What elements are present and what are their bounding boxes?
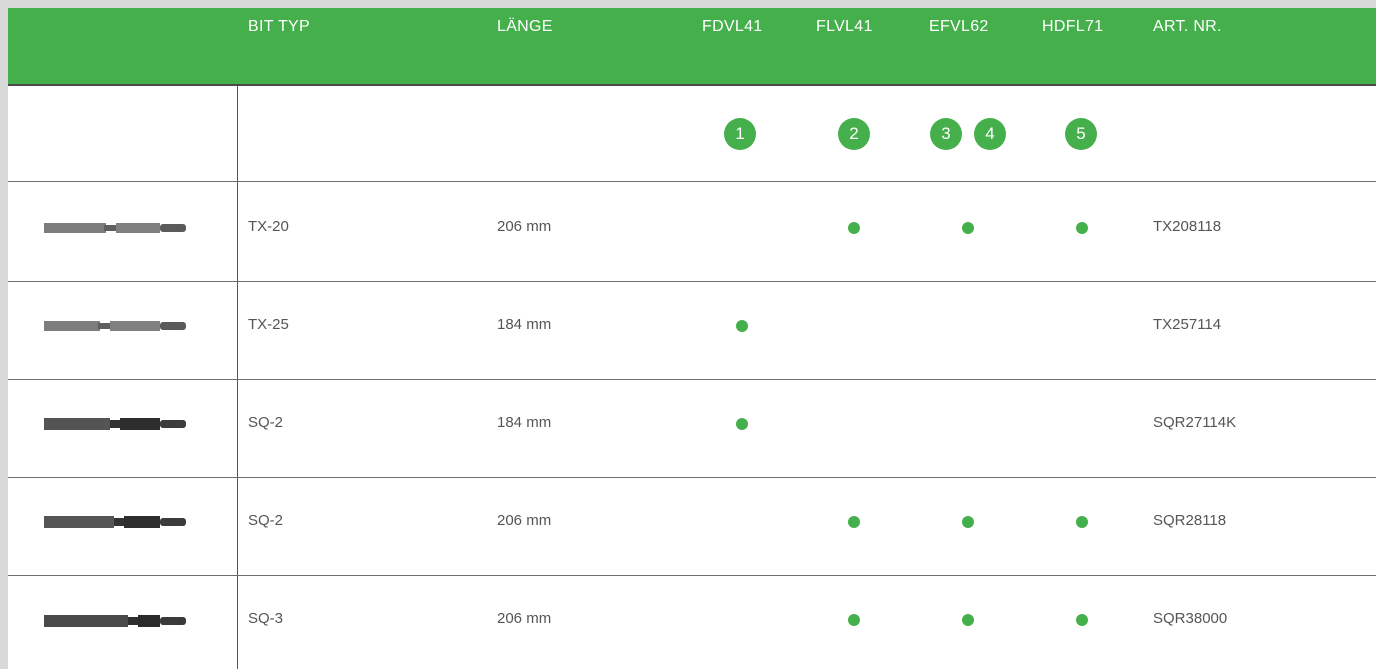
- row5-flvl41-dot: [848, 614, 860, 626]
- row-divider: [8, 281, 1376, 282]
- bit-image-sq: [44, 612, 188, 635]
- bit-image-sq: [44, 513, 188, 536]
- row4-art-nr: SQR28118: [1153, 512, 1227, 529]
- bit-image-tx: [44, 318, 188, 339]
- row-divider: [8, 477, 1376, 478]
- header-efvl62: EFVL62: [929, 18, 989, 35]
- header-art-nr: ART. NR.: [1153, 18, 1222, 35]
- row1-hdfl71-dot: [1076, 222, 1088, 234]
- row3-laenge: 184 mm: [497, 414, 552, 431]
- row2-fdvl41-dot: [736, 320, 748, 332]
- header-laenge: LÄNGE: [497, 18, 553, 35]
- row1-art-nr: TX208118: [1153, 218, 1222, 235]
- row-divider: [8, 379, 1376, 380]
- row2-bit-typ: TX-25: [248, 316, 289, 333]
- row4-efvl62-dot: [962, 516, 974, 528]
- header-bit-typ: BIT TYP: [248, 18, 310, 35]
- row2-laenge: 184 mm: [497, 316, 552, 333]
- row3-bit-typ: SQ-2: [248, 414, 284, 431]
- row1-bit-typ: TX-20: [248, 218, 289, 235]
- row1-flvl41-dot: [848, 222, 860, 234]
- row5-bit-typ: SQ-3: [248, 610, 284, 627]
- row4-flvl41-dot: [848, 516, 860, 528]
- row1-efvl62-dot: [962, 222, 974, 234]
- row3-art-nr: SQR27114K: [1153, 414, 1237, 431]
- row4-hdfl71-dot: [1076, 516, 1088, 528]
- header-flvl41: FLVL41: [816, 18, 873, 35]
- number-badge-1: 1: [724, 118, 756, 150]
- row4-laenge: 206 mm: [497, 512, 552, 529]
- row5-efvl62-dot: [962, 614, 974, 626]
- number-badge-5: 5: [1065, 118, 1097, 150]
- table-header: BIT TYP LÄNGE FDVL41 FLVL41 EFVL62 HDFL7…: [8, 8, 1376, 86]
- row2-art-nr: TX257114: [1153, 316, 1222, 333]
- bit-table: BIT TYP LÄNGE FDVL41 FLVL41 EFVL62 HDFL7…: [8, 8, 1376, 669]
- header-hdfl71: HDFL71: [1042, 18, 1104, 35]
- number-badge-2: 2: [838, 118, 870, 150]
- row3-fdvl41-dot: [736, 418, 748, 430]
- row5-hdfl71-dot: [1076, 614, 1088, 626]
- number-badge-4: 4: [974, 118, 1006, 150]
- row4-bit-typ: SQ-2: [248, 512, 284, 529]
- row-divider: [8, 181, 1376, 182]
- row5-laenge: 206 mm: [497, 610, 552, 627]
- header-fdvl41: FDVL41: [702, 18, 763, 35]
- bit-image-sq: [44, 415, 188, 438]
- bit-image-tx: [44, 220, 188, 241]
- row5-art-nr: SQR38000: [1153, 610, 1228, 627]
- column-divider: [237, 86, 238, 669]
- number-badge-3: 3: [930, 118, 962, 150]
- row-divider: [8, 575, 1376, 576]
- row1-laenge: 206 mm: [497, 218, 552, 235]
